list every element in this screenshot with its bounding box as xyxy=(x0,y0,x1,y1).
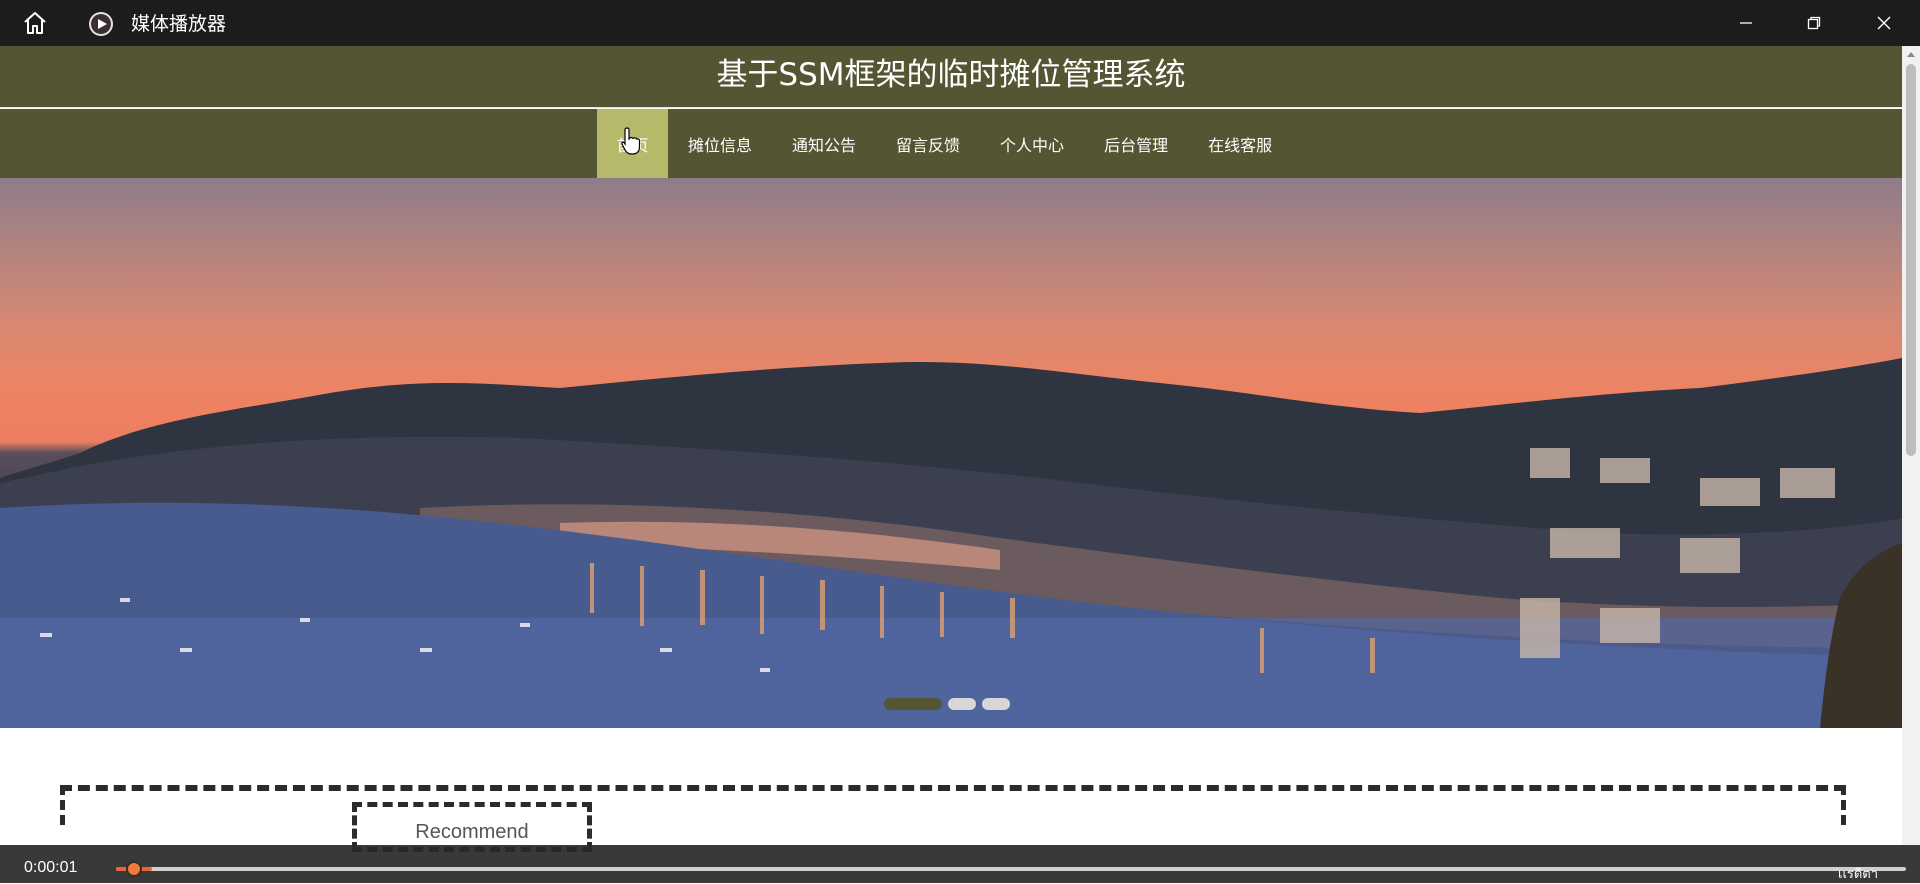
play-icon xyxy=(88,11,114,37)
scrollbar-thumb[interactable] xyxy=(1906,64,1916,456)
hand-cursor-icon xyxy=(620,126,642,156)
main-nav: 首页 摊位信息 通知公告 留言反馈 个人中心 后台管理 在线客服 xyxy=(0,109,1902,178)
harbor-sunset-image xyxy=(0,358,1902,728)
site-header: 基于SSM框架的临时摊位管理系统 xyxy=(0,46,1902,108)
nav-stall-info[interactable]: 摊位信息 xyxy=(668,109,772,178)
scroll-up-icon xyxy=(1907,52,1915,57)
minimize-icon xyxy=(1740,22,1752,24)
carousel-indicators xyxy=(884,698,1010,710)
seek-bar[interactable] xyxy=(116,867,1906,871)
site-title: 基于SSM框架的临时摊位管理系统 xyxy=(716,57,1186,93)
nav-support[interactable]: 在线客服 xyxy=(1188,109,1292,178)
banner-carousel[interactable] xyxy=(0,178,1902,728)
restore-icon xyxy=(1807,16,1821,30)
restore-button[interactable] xyxy=(1780,0,1848,46)
app-title: 媒体播放器 xyxy=(131,13,227,35)
close-button[interactable] xyxy=(1850,0,1918,46)
minimize-button[interactable] xyxy=(1712,0,1780,46)
carousel-dot[interactable] xyxy=(884,698,942,710)
recommend-section-frame xyxy=(60,785,1846,825)
nav-admin[interactable]: 后台管理 xyxy=(1084,109,1188,178)
close-icon xyxy=(1877,16,1891,30)
page-scrollbar[interactable] xyxy=(1902,46,1920,845)
player-controls: 0:00:01 เเรดิตา xyxy=(0,845,1920,883)
watermark-logo: เเรดิตา xyxy=(1838,866,1879,881)
seek-thumb[interactable] xyxy=(126,861,142,877)
elapsed-time: 0:00:01 xyxy=(24,859,78,876)
carousel-dot[interactable] xyxy=(982,698,1010,710)
nav-profile[interactable]: 个人中心 xyxy=(980,109,1084,178)
web-page: 基于SSM框架的临时摊位管理系统 首页 摊位信息 通知公告 留言反馈 个人中心 … xyxy=(0,46,1902,845)
nav-feedback[interactable]: 留言反馈 xyxy=(876,109,980,178)
carousel-dot[interactable] xyxy=(948,698,976,710)
nav-notices[interactable]: 通知公告 xyxy=(772,109,876,178)
player-titlebar: 媒体播放器 xyxy=(0,0,1920,46)
home-icon[interactable] xyxy=(22,11,48,35)
